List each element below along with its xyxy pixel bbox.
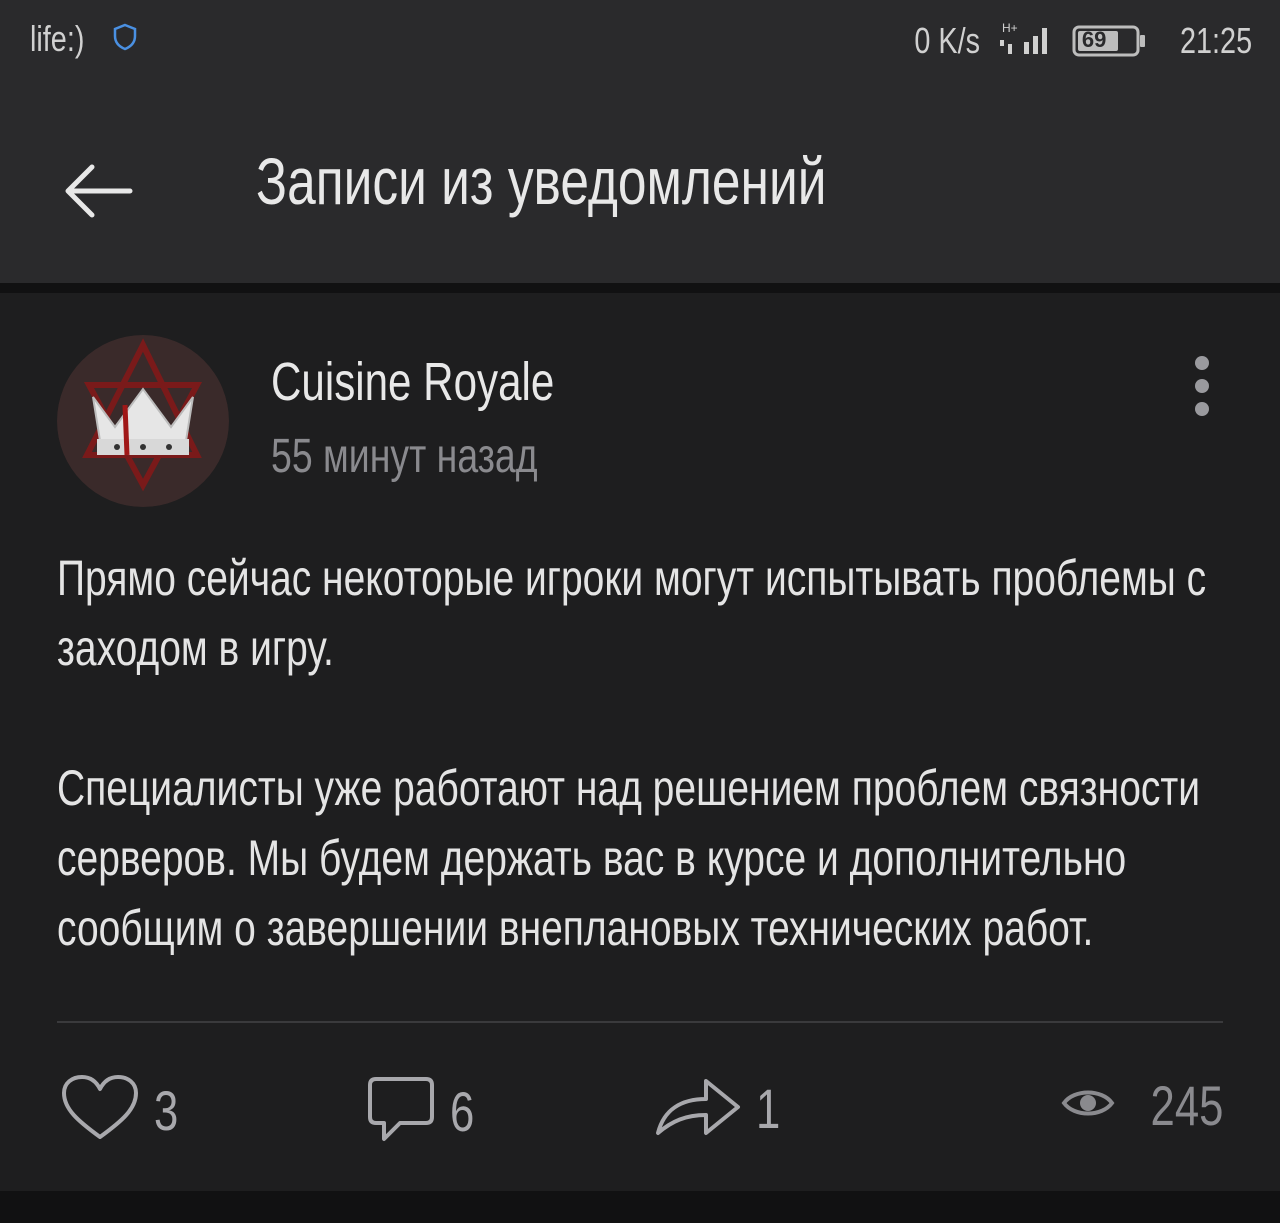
more-options-icon[interactable] — [1186, 353, 1218, 419]
signal-label: H+ — [1002, 21, 1018, 35]
app-bar: Записи из уведомлений — [0, 95, 1280, 283]
share-button[interactable]: 1 — [654, 1073, 787, 1144]
battery-icon: 69 — [1072, 21, 1148, 61]
actions-divider — [57, 1021, 1223, 1023]
views-counter: 245 — [1060, 1073, 1223, 1138]
share-count: 1 — [756, 1077, 781, 1140]
clock: 21:25 — [1179, 19, 1252, 61]
signal-icon: H+ — [994, 18, 1058, 63]
like-count: 3 — [154, 1079, 179, 1142]
post-timestamp: 55 минут назад — [271, 430, 538, 483]
post-body: Прямо сейчас некоторые игроки могут испы… — [57, 543, 1211, 963]
post-paragraph: Специалисты уже работают над решением пр… — [57, 760, 1201, 956]
carrier-name: life:) — [30, 18, 85, 59]
bottom-divider — [0, 1191, 1280, 1223]
comment-icon — [366, 1073, 436, 1150]
comment-button[interactable]: 6 — [366, 1073, 481, 1150]
comment-count: 6 — [450, 1080, 475, 1143]
avatar[interactable] — [57, 335, 229, 507]
arrow-left-icon[interactable] — [62, 155, 134, 227]
like-button[interactable]: 3 — [60, 1073, 185, 1148]
page-title: Записи из уведомлений — [256, 144, 827, 218]
view-count: 245 — [1150, 1074, 1223, 1137]
header-divider — [0, 283, 1280, 293]
heart-icon — [60, 1073, 140, 1148]
share-arrow-icon — [654, 1073, 742, 1144]
eye-icon — [1060, 1083, 1116, 1128]
vpn-shield-icon — [112, 22, 138, 57]
post-paragraph: Прямо сейчас некоторые игроки могут испы… — [57, 550, 1207, 676]
network-speed: 0 K/s — [914, 19, 980, 61]
status-bar: life:) 0 K/s H+ 69 21:25 — [0, 0, 1280, 95]
battery-level: 69 — [1081, 26, 1107, 52]
author-name[interactable]: Cuisine Royale — [271, 351, 554, 413]
post-card: Cuisine Royale 55 минут назад Прямо сейч… — [0, 293, 1280, 1191]
